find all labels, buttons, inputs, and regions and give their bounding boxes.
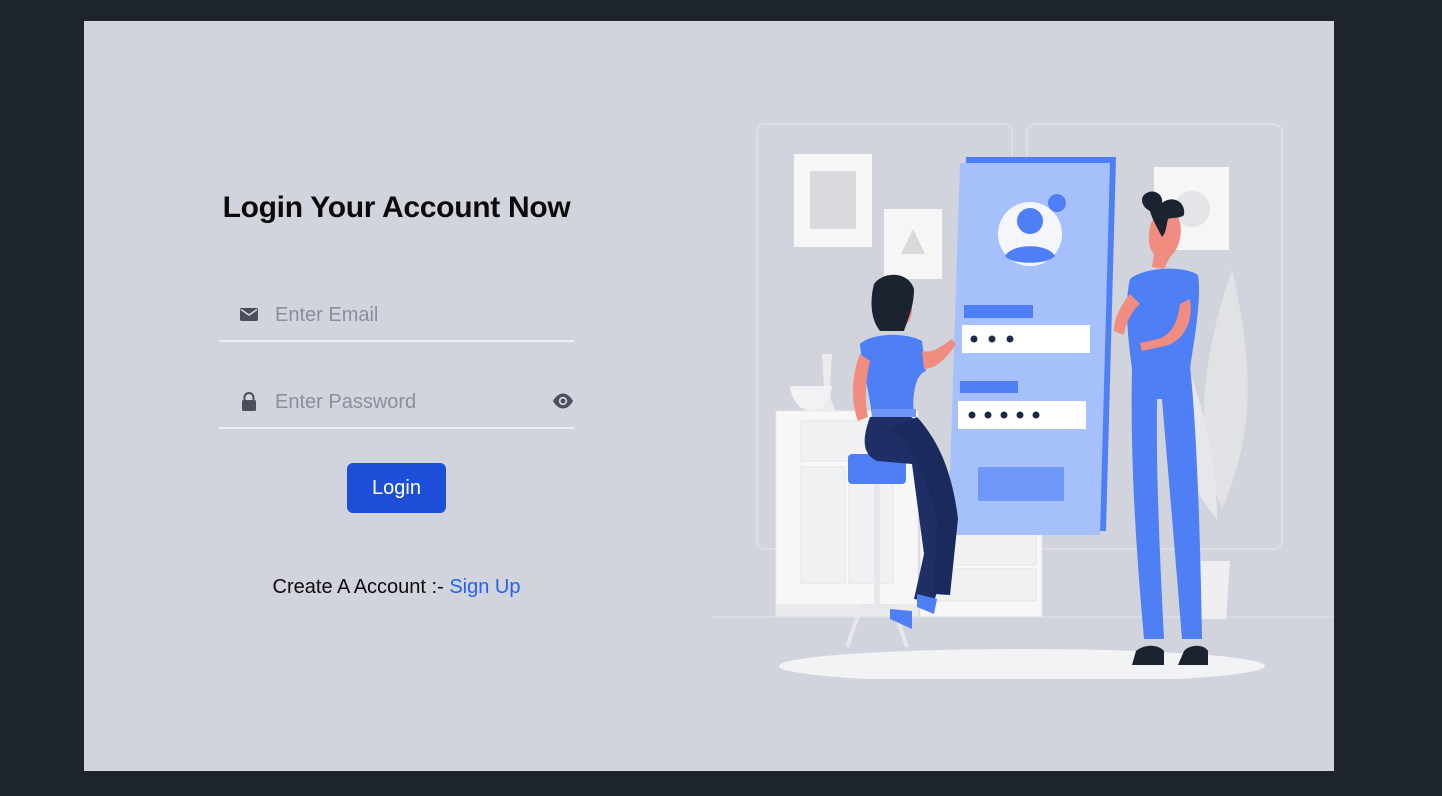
signup-prompt-text: Create A Account :- (272, 576, 450, 598)
signup-prompt: Create A Account :- Sign Up (219, 576, 574, 599)
login-card: Login Your Account Now Login Create A Ac… (84, 21, 1334, 771)
email-input[interactable] (273, 298, 537, 332)
eye-icon[interactable] (552, 391, 574, 411)
signup-link[interactable]: Sign Up (449, 576, 520, 598)
login-form: Login Your Account Now Login Create A Ac… (219, 21, 574, 771)
password-field[interactable] (219, 377, 574, 429)
page-title: Login Your Account Now (222, 191, 571, 224)
password-input[interactable] (273, 385, 537, 419)
login-button[interactable]: Login (347, 463, 446, 513)
email-field[interactable] (219, 290, 574, 342)
lock-icon (242, 392, 256, 411)
envelope-icon (240, 308, 258, 321)
login-illustration (712, 123, 1334, 679)
